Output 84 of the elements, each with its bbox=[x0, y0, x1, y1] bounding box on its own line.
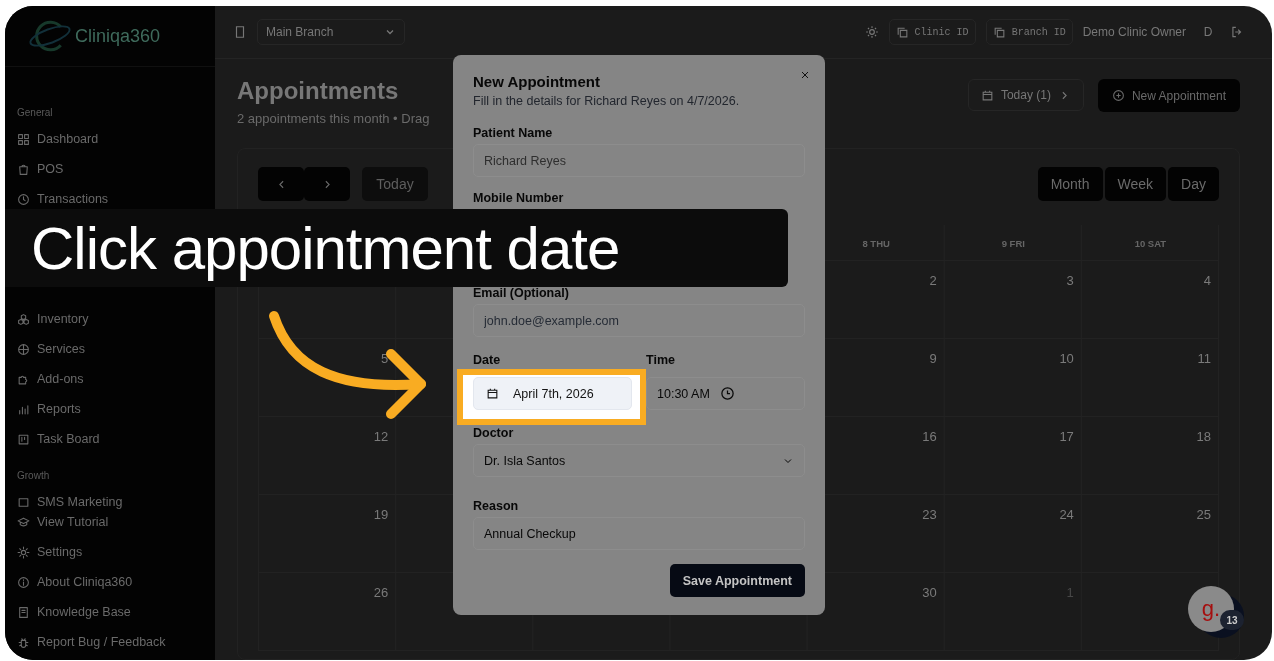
nav-item[interactable]: Dashboard bbox=[17, 127, 215, 151]
user-name: Demo Clinic Owner bbox=[1082, 25, 1186, 39]
nav-item[interactable]: Knowledge Base bbox=[17, 600, 215, 624]
day-number: 4 bbox=[1203, 273, 1211, 288]
calendar-icon bbox=[980, 88, 994, 102]
day-number: 17 bbox=[1059, 429, 1074, 444]
doctor-select[interactable]: Dr. Isla Santos bbox=[473, 444, 805, 477]
close-icon[interactable] bbox=[799, 69, 811, 81]
day-number: 2 bbox=[929, 273, 937, 288]
nav-item[interactable]: Reports bbox=[17, 397, 215, 421]
cap-icon bbox=[17, 515, 30, 529]
day-number: 24 bbox=[1059, 507, 1074, 522]
instruction-caption: Click appointment date bbox=[5, 209, 788, 287]
nav-item[interactable]: POS bbox=[17, 157, 215, 181]
email-field[interactable]: john.doe@example.com bbox=[473, 304, 805, 337]
day-number: 25 bbox=[1196, 507, 1211, 522]
view-button[interactable]: Day bbox=[1168, 167, 1219, 201]
logout-icon[interactable] bbox=[1230, 25, 1244, 39]
dialog-description: Fill in the details for Richard Reyes on 4/7/2026. bbox=[473, 94, 741, 108]
logo-text: Cliniqa360 bbox=[75, 25, 161, 47]
clock-icon bbox=[17, 192, 30, 206]
avatar[interactable]: D bbox=[1196, 25, 1220, 39]
today-button[interactable]: Today bbox=[362, 167, 428, 201]
save-appointment-button[interactable]: Save Appointment bbox=[669, 564, 805, 597]
field-label: Email (Optional) bbox=[473, 286, 570, 300]
day-number: 3 bbox=[1066, 273, 1074, 288]
globe-icon bbox=[17, 342, 30, 356]
day-number: 12 bbox=[373, 429, 389, 444]
day-number: 11 bbox=[1197, 351, 1211, 366]
day-number: 23 bbox=[922, 507, 937, 522]
day-number: 26 bbox=[373, 585, 389, 600]
bar-chart-icon bbox=[17, 402, 30, 416]
day-number: 19 bbox=[373, 507, 389, 522]
reason-field[interactable]: Annual Checkup bbox=[473, 517, 805, 550]
today-button[interactable]: Today (1) bbox=[967, 79, 1084, 111]
weekday-header: 9 FRI bbox=[1001, 237, 1025, 249]
nav-item[interactable]: Inventory bbox=[17, 307, 215, 331]
view-button[interactable]: Month bbox=[1037, 167, 1103, 201]
dialog-title: New Appointment bbox=[473, 73, 601, 90]
boxes-icon bbox=[17, 312, 30, 326]
time-field[interactable]: 10:30 AM bbox=[646, 377, 805, 410]
nav-item[interactable]: Settings bbox=[17, 540, 215, 564]
day-number: 5 bbox=[380, 351, 389, 366]
nav-item[interactable]: Task Board bbox=[17, 427, 215, 451]
view-button[interactable]: Week bbox=[1104, 167, 1167, 201]
bag-icon bbox=[17, 162, 30, 176]
page-title: Appointments bbox=[237, 77, 400, 105]
date-picker-button[interactable]: April 7th, 2026 bbox=[473, 377, 632, 410]
field-label: Reason bbox=[473, 499, 520, 513]
info-icon bbox=[17, 575, 30, 589]
day-number: 18 bbox=[1196, 429, 1211, 444]
day-number: 10 bbox=[1059, 351, 1074, 366]
branch-select[interactable]: Main Branch bbox=[257, 19, 405, 45]
nav-item[interactable]: Report Bug / Feedback bbox=[17, 630, 215, 654]
field-label: Patient Name bbox=[473, 126, 554, 140]
field-label: Mobile Number bbox=[473, 191, 565, 205]
square-icon bbox=[17, 495, 30, 509]
weekday-header: 8 THU bbox=[862, 237, 890, 249]
field-label: Date bbox=[473, 353, 502, 367]
grid-icon bbox=[17, 132, 30, 146]
field-label: Time bbox=[646, 353, 676, 367]
day-number: 16 bbox=[922, 429, 937, 444]
bug-icon bbox=[17, 635, 30, 649]
nav-item[interactable]: Transactions bbox=[17, 187, 215, 211]
field-label: Doctor bbox=[473, 426, 515, 440]
notification-count: 13 bbox=[1220, 610, 1244, 630]
calendar-icon bbox=[486, 387, 499, 400]
new-appointment-button[interactable]: New Appointment bbox=[1097, 79, 1240, 112]
page-subtitle: 2 appointments this month • Drag bbox=[237, 111, 430, 126]
copy-id-button[interactable]: Branch ID bbox=[985, 19, 1073, 45]
nav-item[interactable]: Services bbox=[17, 337, 215, 361]
nav-item[interactable]: About Cliniqa360 bbox=[17, 570, 215, 594]
board-icon bbox=[17, 432, 30, 446]
copy-id-button[interactable]: Clinic ID bbox=[888, 19, 976, 45]
sun-icon[interactable] bbox=[864, 25, 879, 39]
section-title: Growth bbox=[17, 470, 51, 483]
day-number: 30 bbox=[922, 585, 937, 600]
nav-item[interactable]: Add-ons bbox=[17, 367, 215, 391]
weekday-header: 10 SAT bbox=[1134, 237, 1167, 249]
clock-icon bbox=[719, 386, 735, 401]
copy-icon bbox=[895, 25, 909, 39]
day-number: 9 bbox=[929, 351, 937, 366]
copy-icon bbox=[992, 25, 1006, 39]
section-title: General bbox=[17, 107, 54, 120]
